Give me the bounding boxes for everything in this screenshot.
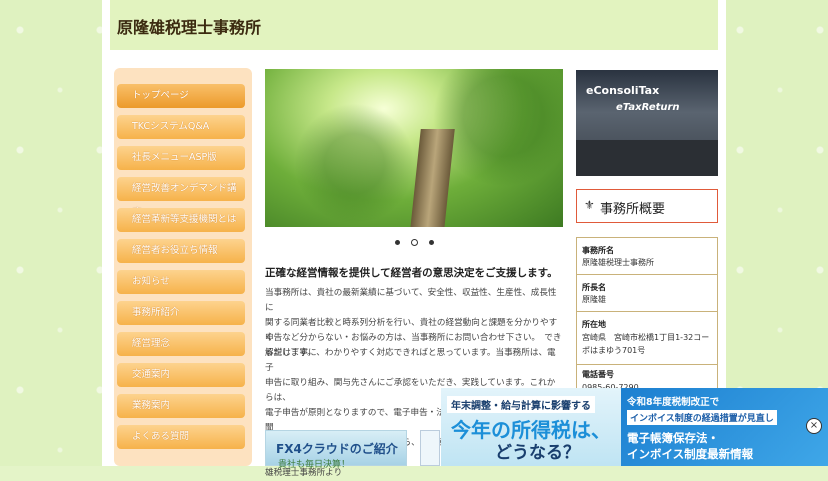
fx4-banner-sub: 貴社も毎日決算！ xyxy=(278,460,351,470)
contact-line: るだけ丁寧に、わかりやすく対応できればと思っています。当事務所は、電子 xyxy=(265,348,556,373)
info-label: 所長名 xyxy=(582,283,606,292)
hero-slider-image[interactable] xyxy=(265,69,563,227)
close-icon[interactable]: × xyxy=(806,418,822,434)
nav-item-asp[interactable]: 社長メニューASP版 xyxy=(117,146,245,170)
nav-item-ondemand[interactable]: 経営改善オンデマンド講座 xyxy=(117,177,245,218)
fx4-cloud-banner[interactable]: FX4クラウドのご紹介 貴社も毎日決算！ xyxy=(265,430,407,470)
info-row-head: 所長名 原隆雄 xyxy=(577,275,717,312)
info-row-name: 事務所名 原隆雄税理士事務所 xyxy=(577,238,717,275)
nav-item-tkc-qa[interactable]: TKCシステムQ&A xyxy=(117,115,245,139)
ad-right-line4: インボイス制度最新情報 xyxy=(627,447,754,461)
slider-dots xyxy=(395,238,435,248)
office-summary-heading: ⚜ 事務所概要 xyxy=(576,189,718,223)
info-value: 宮崎県 宮崎市松橋1丁目1-32コーポはまゆう701号 xyxy=(582,333,710,355)
info-row-address: 所在地 宮崎県 宮崎市松橋1丁目1-32コーポはまゆう701号 xyxy=(577,312,717,365)
slider-dot-1[interactable] xyxy=(395,240,400,245)
nav-item-faq[interactable]: よくある質問 xyxy=(117,425,245,449)
nav-item-news[interactable]: お知らせ xyxy=(117,270,245,294)
ad-left-sub: どうなる？ xyxy=(495,443,580,463)
info-label: 事務所名 xyxy=(582,246,614,255)
nav-item-access[interactable]: 交通案内 xyxy=(117,363,245,387)
fx4-banner-title: FX4クラウドのご紹介 xyxy=(276,442,398,456)
secondary-banner[interactable] xyxy=(420,430,440,466)
slider-dot-2[interactable] xyxy=(411,239,418,246)
ad-income-tax[interactable]: 年末調整・給与計算に影響する 今年の所得税は、 どうなる？ xyxy=(441,388,621,466)
ad-left-tag: 年末調整・給与計算に影響する xyxy=(447,396,595,413)
nav-item-support-org[interactable]: 経営革新等支援機関とは xyxy=(117,208,245,232)
fleur-icon: ⚜ xyxy=(584,198,595,212)
ad-right-line2: インボイス制度の経過措置が見直し xyxy=(627,410,777,425)
nav-item-services[interactable]: 業務案内 xyxy=(117,394,245,418)
nav-item-office[interactable]: 事務所紹介 xyxy=(117,301,245,325)
lead-text: 正確な経営情報を提供して経営者の意思決定をご支援します。 xyxy=(265,267,558,279)
info-label: 所在地 xyxy=(582,320,606,329)
etax-floor xyxy=(576,140,718,176)
etax-banner[interactable]: eConsoliTax eTaxReturn xyxy=(576,70,718,176)
nav-item-useful-info[interactable]: 経営者お役立ち情報 xyxy=(117,239,245,263)
etax-line1: eConsoliTax xyxy=(586,84,660,97)
info-value: 原隆雄 xyxy=(582,295,606,304)
contact-line: 申告など分からない・お悩みの方は、当事務所にお問い合わせ下さい。 でき xyxy=(265,333,562,343)
office-summary-title: 事務所概要 xyxy=(600,202,666,217)
office-info-table: 事務所名 原隆雄税理士事務所 所長名 原隆雄 所在地 宮崎県 宮崎市松橋1丁目1… xyxy=(576,237,718,407)
nav-item-philosophy[interactable]: 経営理念 xyxy=(117,332,245,356)
info-value: 原隆雄税理士事務所 xyxy=(582,258,654,267)
ad-right-line3: 電子帳簿保存法・ xyxy=(627,431,719,445)
nav-item-top[interactable]: トップページ xyxy=(117,84,245,108)
slider-dot-3[interactable] xyxy=(429,240,434,245)
ad-right-line1: 令和8年度税制改正で xyxy=(627,397,720,408)
info-label: 電話番号 xyxy=(582,370,614,379)
etax-line2: eTaxReturn xyxy=(616,102,680,113)
intro-line: 当事務所は、貴社の最新業績に基づいて、安全性、収益性、生産性、成長性に xyxy=(265,288,557,313)
ad-invoice[interactable]: 令和8年度税制改正で インボイス制度の経過措置が見直し 電子帳簿保存法・ インボ… xyxy=(621,388,828,466)
site-title[interactable]: 原隆雄税理士事務所 xyxy=(117,14,261,38)
